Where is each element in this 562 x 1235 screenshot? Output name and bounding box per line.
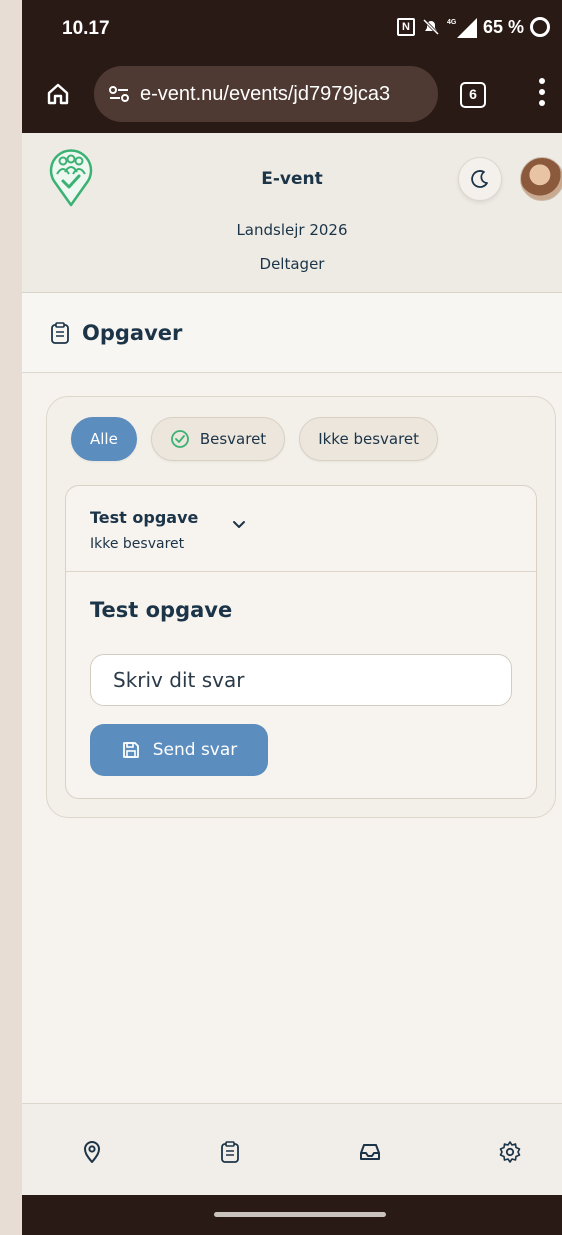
task-header[interactable]: Test opgave Ikke besvaret <box>66 486 536 572</box>
address-bar[interactable]: e-vent.nu/events/jd7979jca3 <box>94 66 438 122</box>
status-icons: N 4G 65 % <box>396 16 550 38</box>
section-header: Opgaver <box>22 293 562 373</box>
status-time: 10.17 <box>62 18 110 39</box>
task-name: Test opgave <box>90 508 199 527</box>
task-status: Ikke besvaret <box>90 536 185 552</box>
filter-chips: Alle Besvaret Ikke besvaret <box>71 417 439 461</box>
tab-switcher-button[interactable]: 6 <box>460 82 486 108</box>
site-settings-icon[interactable] <box>108 84 130 104</box>
check-circle-icon <box>170 430 189 448</box>
filter-not-answered[interactable]: Ikke besvaret <box>299 417 439 461</box>
home-gesture-handle[interactable] <box>214 1212 386 1217</box>
url-text: e-vent.nu/events/jd7979jca3 <box>140 82 391 105</box>
signal-icon: 4G <box>447 18 477 38</box>
chevron-down-icon[interactable] <box>232 520 246 530</box>
mute-icon <box>422 18 440 36</box>
status-bar: 10.17 N 4G 65 % <box>22 0 562 58</box>
clipboard-icon <box>51 321 69 344</box>
moon-icon <box>471 170 488 188</box>
participant-role: Deltager <box>259 255 325 273</box>
avatar[interactable] <box>520 157 562 201</box>
home-icon[interactable] <box>46 82 70 106</box>
answer-input[interactable] <box>90 654 512 706</box>
clipboard-icon[interactable] <box>218 1140 242 1164</box>
filter-answered[interactable]: Besvaret <box>150 417 286 461</box>
filter-all[interactable]: Alle <box>71 417 137 461</box>
page-title: Opgaver <box>82 320 183 345</box>
dark-mode-toggle[interactable] <box>458 157 502 201</box>
browser-toolbar: e-vent.nu/events/jd7979jca3 6 <box>22 58 562 133</box>
gesture-bar <box>22 1195 562 1235</box>
inbox-icon[interactable] <box>358 1140 382 1164</box>
network-type: 4G <box>447 19 457 26</box>
app-header: E-vent Landslejr 2026 Deltager <box>22 133 562 293</box>
send-answer-label: Send svar <box>152 740 238 760</box>
save-icon <box>122 742 139 758</box>
event-name: Landslejr 2026 <box>236 221 348 239</box>
filter-label: Ikke besvaret <box>318 430 420 448</box>
phone-screen: 10.17 N 4G 65 % e-vent.nu/events/jd7979j… <box>22 0 562 1235</box>
nfc-icon: N <box>396 18 415 36</box>
filter-label: Alle <box>90 430 118 448</box>
send-answer-button[interactable]: Send svar <box>90 724 268 776</box>
bottom-navigation <box>22 1103 562 1195</box>
tasks-card: Alle Besvaret Ikke besvaret Test opgave … <box>46 396 556 818</box>
battery-percent: 65 % <box>482 16 524 37</box>
browser-menu-icon[interactable] <box>538 78 546 110</box>
battery-icon <box>530 17 550 37</box>
location-pin-icon[interactable] <box>80 1140 104 1164</box>
task-item: Test opgave Ikke besvaret Test opgave Se… <box>65 485 537 799</box>
task-title: Test opgave <box>90 598 233 622</box>
gear-icon[interactable] <box>498 1140 522 1164</box>
filter-label: Besvaret <box>199 430 267 448</box>
